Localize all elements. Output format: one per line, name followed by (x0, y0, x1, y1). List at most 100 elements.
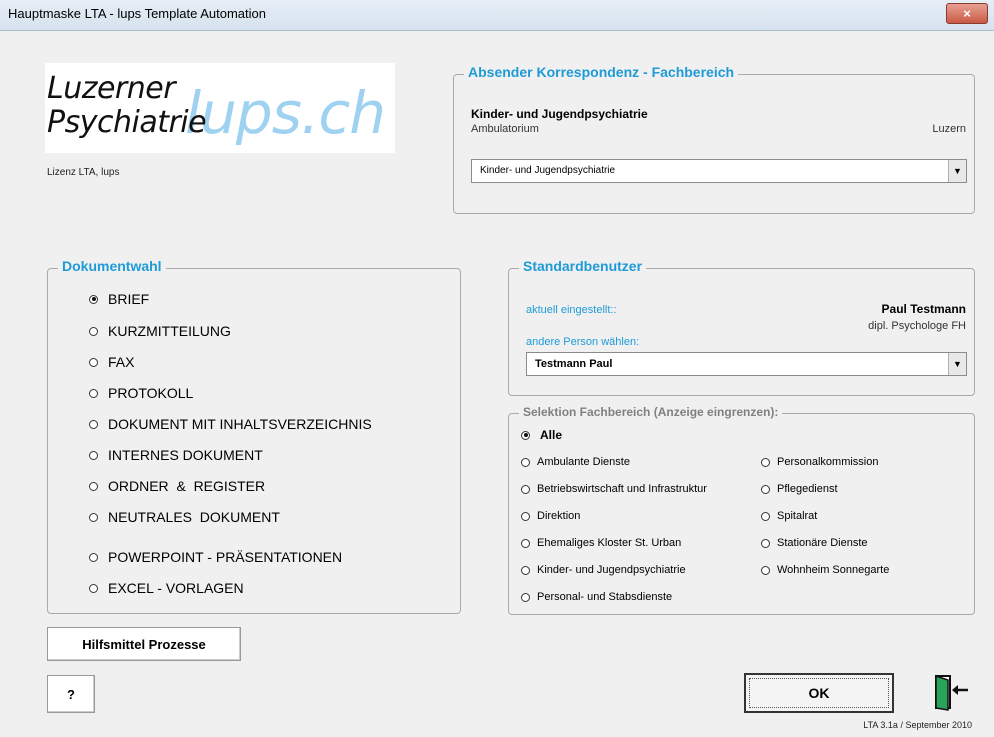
main-window: Hauptmaske LTA - lups Template Automatio… (0, 0, 994, 737)
exit-door-icon (935, 674, 968, 711)
radio-button[interactable] (89, 326, 98, 336)
focus-outline (749, 678, 889, 708)
dokument-radio-option[interactable]: DOKUMENT MIT INHALTSVERZEICHNIS (89, 416, 372, 432)
fachbereich-label: Alle (540, 428, 563, 442)
logo-line-1: Luzerner (47, 71, 176, 106)
radio-button[interactable] (761, 538, 770, 548)
fachbereich-radio-option[interactable]: Personal- und Stabsdienste (521, 591, 672, 603)
fachbereich-label: Direktion (537, 510, 581, 522)
radio-button[interactable] (761, 511, 770, 521)
fachbereich-label: Personalkommission (777, 456, 879, 468)
dokument-radio-label: POWERPOINT - PRÄSENTATIONEN (108, 549, 343, 565)
ok-button[interactable]: OK (744, 673, 894, 713)
fachbereich-radio-option[interactable]: Personalkommission (761, 456, 878, 468)
dokument-radio-label: FAX (108, 354, 135, 370)
dokument-radio-option[interactable]: KURZMITTEILUNG (89, 323, 231, 339)
fachbereich-label: Wohnheim Sonnegarte (777, 564, 890, 576)
absender-select[interactable]: Kinder- und Jugendpsychiatrie ▼ (471, 159, 967, 183)
current-user-label: aktuell eingestellt:: (526, 304, 617, 316)
fachbereich-radio-option[interactable]: Ambulante Dienste (521, 456, 630, 468)
radio-button[interactable] (89, 357, 98, 367)
absender-sub: Ambulatorium (471, 123, 539, 135)
logo-brand: lups.ch (185, 79, 386, 147)
dokument-radio-label: KURZMITTEILUNG (108, 323, 231, 339)
license-text: Lizenz LTA, lups (47, 167, 120, 178)
standardbenutzer-group-title: Standardbenutzer (519, 258, 647, 274)
fachbereich-radio-option[interactable]: Direktion (521, 510, 580, 522)
radio-button[interactable] (521, 484, 530, 494)
logo: lups.ch Luzerner Psychiatrie (45, 63, 395, 153)
fachbereich-label: Betriebswirtschaft und Infrastruktur (537, 483, 707, 495)
logo-line-2: Psychiatrie (47, 105, 207, 140)
help-button[interactable]: ? (47, 675, 95, 713)
dokument-radio-label: ORDNER & REGISTER (108, 478, 266, 494)
close-button[interactable]: × (946, 3, 988, 24)
radio-button[interactable] (89, 481, 98, 491)
radio-button[interactable] (89, 583, 98, 593)
radio-button[interactable] (521, 430, 530, 440)
fachbereich-label: Pflegedienst (777, 483, 838, 495)
selektion-group-title: Selektion Fachbereich (Anzeige eingrenze… (519, 405, 783, 419)
dokument-radio-label: INTERNES DOKUMENT (108, 447, 263, 463)
dokument-radio-option[interactable]: FAX (89, 354, 134, 370)
window-title: Hauptmaske LTA - lups Template Automatio… (8, 6, 266, 21)
dokument-radio-option[interactable]: NEUTRALES DOKUMENT (89, 509, 280, 525)
fachbereich-radio-option[interactable]: Kinder- und Jugendpsychiatrie (521, 564, 686, 576)
absender-select-value: Kinder- und Jugendpsychiatrie (480, 165, 616, 176)
radio-button[interactable] (89, 512, 98, 522)
dokument-radio-label: NEUTRALES DOKUMENT (108, 509, 280, 525)
other-user-label: andere Person wählen: (526, 336, 640, 348)
dokument-radio-option[interactable]: BRIEF (89, 291, 149, 307)
user-select-value: Testmann Paul (535, 358, 613, 370)
standardbenutzer-group: Standardbenutzer aktuell eingestellt:: P… (508, 258, 975, 396)
fachbereich-label: Ambulante Dienste (537, 456, 630, 468)
radio-button[interactable] (521, 592, 530, 602)
dokument-radio-label: PROTOKOLL (108, 385, 194, 401)
radio-button[interactable] (89, 450, 98, 460)
fachbereich-label: Personal- und Stabsdienste (537, 591, 673, 603)
fachbereich-radio-option[interactable]: Spitalrat (761, 510, 817, 522)
dokument-radio-option[interactable]: EXCEL - VORLAGEN (89, 580, 244, 596)
radio-button[interactable] (761, 457, 770, 467)
radio-button[interactable] (89, 388, 98, 398)
dokument-radio-option[interactable]: INTERNES DOKUMENT (89, 447, 263, 463)
radio-button[interactable] (89, 294, 98, 304)
radio-button[interactable] (761, 484, 770, 494)
absender-location: Luzern (932, 123, 966, 135)
fachbereich-label: Kinder- und Jugendpsychiatrie (537, 564, 686, 576)
fachbereich-radio-option[interactable]: Ehemaliges Kloster St. Urban (521, 537, 681, 549)
fachbereich-radio-option[interactable]: Wohnheim Sonnegarte (761, 564, 889, 576)
absender-name: Kinder- und Jugendpsychiatrie (471, 107, 648, 121)
radio-button[interactable] (521, 457, 530, 467)
title-bar: Hauptmaske LTA - lups Template Automatio… (0, 0, 994, 31)
radio-button[interactable] (761, 565, 770, 575)
dokumentwahl-group-title: Dokumentwahl (58, 258, 166, 274)
fachbereich-radio-option[interactable]: Pflegedienst (761, 483, 838, 495)
hilfsmittel-prozesse-button[interactable]: Hilfsmittel Prozesse (47, 627, 241, 661)
fachbereich-radio-option[interactable]: Betriebswirtschaft und Infrastruktur (521, 483, 707, 495)
dokument-radio-option[interactable]: PROTOKOLL (89, 385, 193, 401)
current-user-role: dipl. Psychologe FH (868, 320, 966, 332)
absender-group-title: Absender Korrespondenz - Fachbereich (464, 64, 739, 80)
chevron-down-icon[interactable]: ▼ (948, 353, 966, 375)
fachbereich-label: Spitalrat (777, 510, 818, 522)
dokument-radio-label: DOKUMENT MIT INHALTSVERZEICHNIS (108, 416, 372, 432)
version-text: LTA 3.1a / September 2010 (863, 720, 972, 730)
radio-button[interactable] (521, 538, 530, 548)
radio-button[interactable] (521, 511, 530, 521)
dokument-radio-label: BRIEF (108, 291, 150, 307)
fachbereich-radio-option[interactable]: Stationäre Dienste (761, 537, 868, 549)
fachbereich-label: Ehemaliges Kloster St. Urban (537, 537, 682, 549)
chevron-down-icon[interactable]: ▼ (948, 160, 966, 182)
radio-button[interactable] (89, 552, 98, 562)
absender-group: Absender Korrespondenz - Fachbereich Kin… (453, 64, 975, 214)
exit-button[interactable] (928, 670, 974, 712)
fachbereich-radio-alle[interactable]: Alle (521, 428, 562, 442)
dokument-radio-option[interactable]: POWERPOINT - PRÄSENTATIONEN (89, 549, 342, 565)
dokument-radio-option[interactable]: ORDNER & REGISTER (89, 478, 265, 494)
user-select[interactable]: Testmann Paul ▼ (526, 352, 967, 376)
radio-button[interactable] (521, 565, 530, 575)
fachbereich-label: Stationäre Dienste (777, 537, 868, 549)
radio-button[interactable] (89, 419, 98, 429)
dokument-radio-label: EXCEL - VORLAGEN (108, 580, 244, 596)
